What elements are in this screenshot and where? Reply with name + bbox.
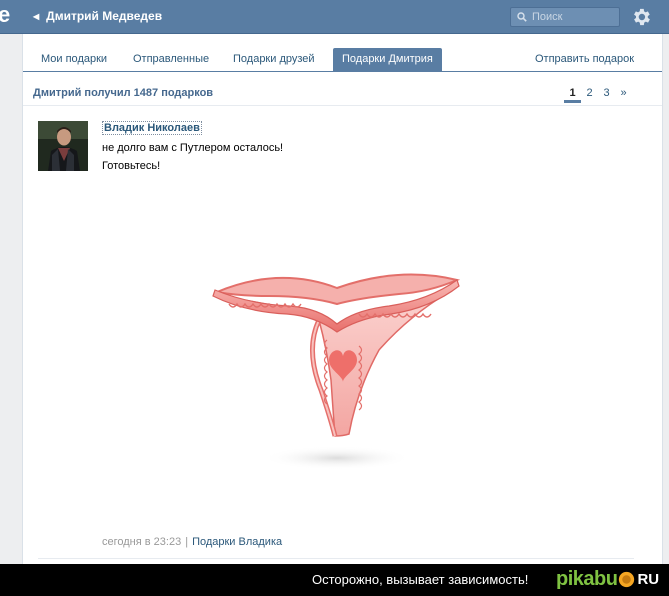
gifts-header-row: Дмитрий получил 1487 подарков 1 2 3 »	[23, 82, 662, 106]
search-icon	[517, 12, 527, 22]
gift-meta: сегодня в 23:23 | Подарки Владика	[102, 536, 282, 548]
cookie-icon	[619, 571, 635, 588]
pikabu-banner: Осторожно, вызывает зависимость! pikabu …	[0, 564, 669, 596]
gear-icon[interactable]	[630, 6, 652, 28]
entry-divider	[38, 558, 634, 559]
page-2[interactable]: 2	[581, 85, 598, 103]
send-gift-link[interactable]: Отправить подарок	[535, 48, 634, 71]
pikabu-logo: pikabu RU	[556, 568, 659, 591]
page-1[interactable]: 1	[564, 85, 581, 103]
tab-dmitry-gifts[interactable]: Подарки Дмитрия	[333, 48, 442, 72]
pikabu-slogan: Осторожно, вызывает зависимость!	[312, 572, 529, 587]
meta-separator: |	[185, 536, 189, 548]
search-box[interactable]	[510, 7, 620, 27]
avatar-photo	[38, 121, 88, 171]
tab-friends-gifts[interactable]: Подарки друзей	[233, 48, 315, 71]
sender-gifts-link[interactable]: Подарки Владика	[192, 536, 282, 548]
gift-tabs: Мои подарки Отправленные Подарки друзей …	[23, 48, 662, 72]
back-arrow-icon: ◀	[33, 11, 40, 21]
tab-sent[interactable]: Отправленные	[133, 48, 209, 71]
sender-avatar[interactable]	[38, 121, 88, 171]
gifts-count: Дмитрий получил 1487 подарков	[33, 87, 214, 99]
page-3[interactable]: 3	[598, 85, 615, 103]
tab-my-gifts[interactable]: Мои подарки	[41, 48, 107, 71]
page-next[interactable]: »	[615, 85, 632, 103]
gift-message-line-1: не долго вам с Путлером осталось!	[102, 142, 284, 154]
pikabu-logo-text: pikabu	[556, 568, 618, 590]
gift-message-line-2: Готовьтесь!	[102, 160, 161, 172]
back-label: Дмитрий Медведев	[46, 9, 163, 23]
gifts-page: Мои подарки Отправленные Подарки друзей …	[22, 34, 663, 564]
site-logo[interactable]: e	[0, 2, 10, 28]
gift-image[interactable]	[209, 270, 464, 474]
back-to-profile-link[interactable]: ◀ Дмитрий Медведев	[33, 9, 162, 23]
search-input[interactable]	[532, 11, 616, 23]
gift-time: сегодня в 23:23	[102, 536, 182, 548]
top-bar: e ◀ Дмитрий Медведев	[0, 0, 669, 34]
pikabu-logo-domain: RU	[637, 571, 660, 588]
sender-name-link[interactable]: Владик Николаев	[102, 121, 202, 135]
pagination: 1 2 3 »	[564, 85, 632, 103]
